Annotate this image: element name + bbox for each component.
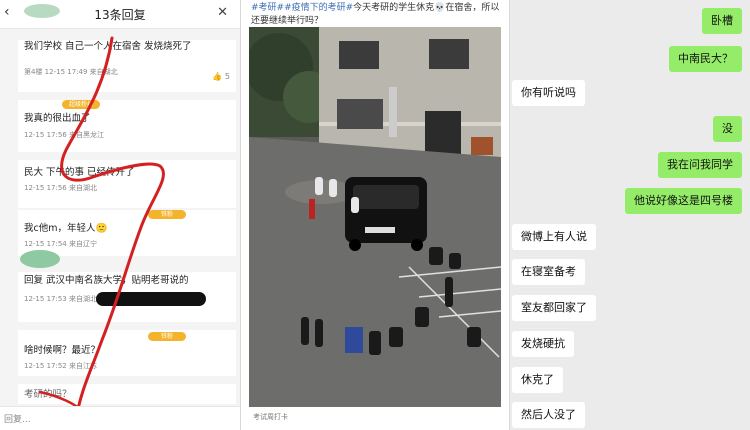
chat-message-sent[interactable]: 中南民大？ [669, 46, 742, 72]
post-hashtags[interactable]: #考研##疫情下的考研# [251, 3, 353, 13]
chat-message-received[interactable]: 发烧硬抗 [512, 331, 574, 357]
weibo-post-panel: #考研##疫情下的考研#今天考研的学生休克💀在宿舍，所以还要继续举行吗？ 考试周… [241, 0, 509, 430]
reply-input-placeholder[interactable]: 回复... [4, 412, 31, 425]
red-annotation-scribble [38, 36, 165, 422]
comment-thread-panel: ‹ 13条回复 ✕ 我们学校 自己一个人在宿舍 发烧烧死了 第4楼 12-15 … [0, 0, 240, 430]
chat-message-received[interactable]: 室友都回家了 [512, 295, 596, 321]
chat-panel: 卧槽 中南民大？ 你有听说吗 没 我在问我同学 他说好像这是四号楼 微博上有人说… [510, 0, 750, 430]
post-footer: 考试周打卡 [253, 413, 288, 421]
chat-message-sent[interactable]: 他说好像这是四号楼 [625, 188, 742, 214]
chat-message-received[interactable]: 微博上有人说 [512, 224, 596, 250]
chat-message-received[interactable]: 休克了 [512, 367, 563, 393]
chat-message-received[interactable]: 你有听说吗 [512, 80, 585, 106]
post-photo[interactable] [249, 27, 501, 407]
chat-message-sent[interactable]: 没 [713, 116, 742, 142]
reply-bar[interactable]: 回复... [0, 406, 240, 430]
dormitory-scene-photo [249, 27, 501, 407]
chat-message-received[interactable]: 在寝室备考 [512, 259, 585, 285]
post-caption: #考研##疫情下的考研#今天考研的学生休克💀在宿舍，所以还要继续举行吗？ [251, 2, 501, 28]
chat-message-sent[interactable]: 我在问我同学 [658, 152, 742, 178]
chat-message-received[interactable]: 然后人没了 [512, 402, 585, 428]
chat-message-sent[interactable]: 卧槽 [702, 8, 742, 34]
